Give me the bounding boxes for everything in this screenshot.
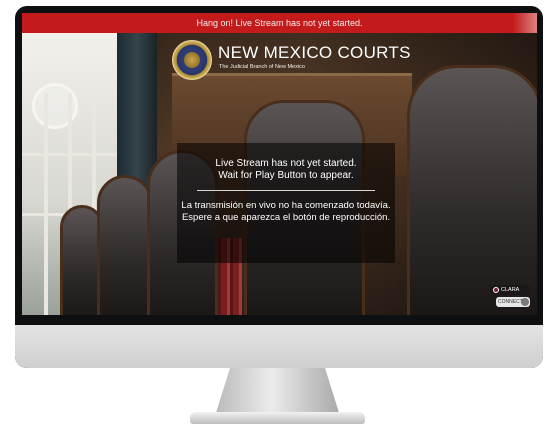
page-title: NEW MEXICO COURTS <box>218 43 411 62</box>
window-mullion <box>44 93 48 315</box>
clara-connect-icon <box>493 286 499 293</box>
connect-label: CONNECT <box>496 297 530 307</box>
message-english-line2: Wait for Play Button to appear. <box>218 170 354 181</box>
page-subtitle: The Judicial Branch of New Mexico <box>219 64 305 70</box>
message-english: Live Stream has not yet started. Wait fo… <box>177 158 395 182</box>
clara-label: CLARA <box>490 285 530 295</box>
message-spanish: La transmisión en vivo no ha comenzado t… <box>177 200 395 224</box>
courtroom-chair <box>407 65 537 315</box>
monitor-stand-base <box>190 412 365 424</box>
monitor-stand-neck <box>215 368 340 416</box>
clara-connect-widget[interactable]: CLARA CONNECT <box>490 285 530 309</box>
status-banner: Hang on! Live Stream has not yet started… <box>22 13 537 33</box>
new-mexico-courts-seal-icon <box>172 40 212 80</box>
message-spanish-line1: La transmisión en vivo no ha comenzado t… <box>181 200 391 211</box>
window-mullion <box>22 153 127 156</box>
message-divider <box>197 190 375 191</box>
message-spanish-line2: Espere a que aparezca el botón de reprod… <box>181 212 391 223</box>
status-banner-text: Hang on! Live Stream has not yet started… <box>196 18 363 28</box>
stream-status-message: Live Stream has not yet started. Wait fo… <box>177 143 395 263</box>
courtroom-chair <box>97 175 153 315</box>
monitor-chin <box>15 325 543 368</box>
message-english-line1: Live Stream has not yet started. <box>215 158 357 169</box>
livestream-screen: Hang on! Live Stream has not yet started… <box>22 13 537 315</box>
connect-badge-icon <box>521 298 529 306</box>
